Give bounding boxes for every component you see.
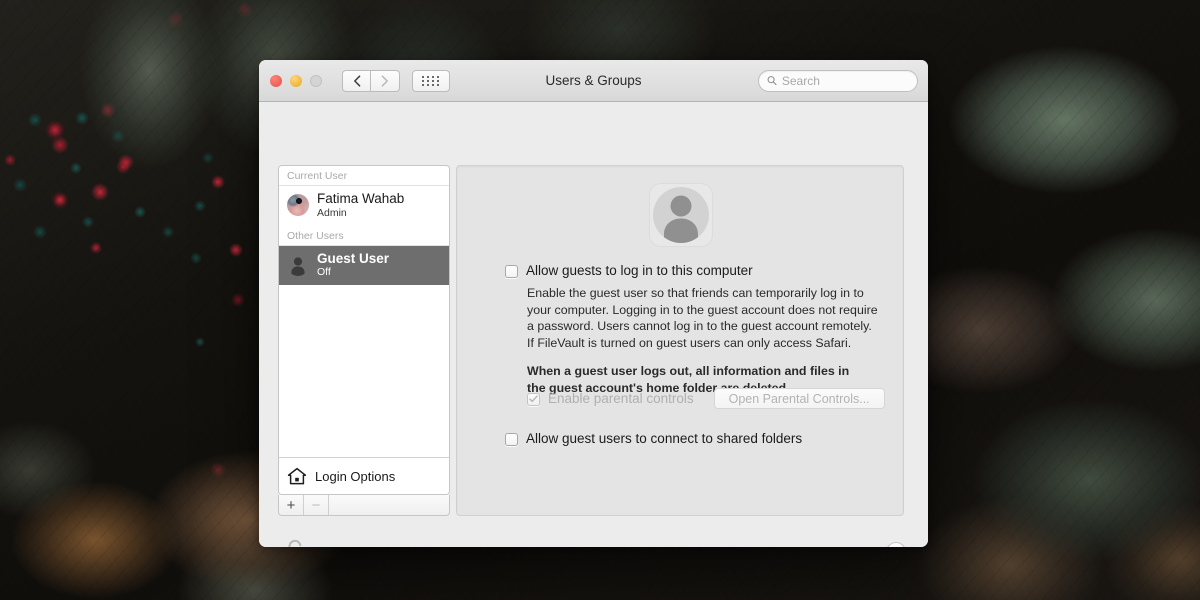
window-titlebar[interactable]: Users & Groups — [259, 60, 928, 102]
remove-user-button[interactable]: − — [304, 495, 329, 515]
open-parental-controls-button: Open Parental Controls... — [713, 388, 885, 409]
grid-dots-icon — [422, 75, 440, 86]
navigation-button-group — [342, 69, 400, 92]
shared-folders-checkbox[interactable] — [505, 433, 518, 446]
sidebar-group-header-current-user: Current User — [279, 166, 449, 186]
parental-controls-row: Enable parental controls Open Parental C… — [527, 388, 885, 409]
user-role: Admin — [317, 206, 347, 219]
chevron-left-icon — [353, 74, 360, 87]
search-field[interactable] — [758, 69, 918, 92]
shared-folders-checkbox-row[interactable]: Allow guest users to connect to shared f… — [505, 432, 802, 446]
enable-parental-controls-checkbox — [527, 392, 540, 406]
lock-control[interactable]: Click the lock to prevent further change… — [282, 538, 564, 547]
user-name: Guest User — [317, 250, 390, 266]
allow-guests-login-description: Enable the guest user so that friends ca… — [527, 286, 878, 350]
avatar — [287, 194, 309, 217]
sidebar-item-fatima-wahab[interactable]: Fatima Wahab Admin — [279, 186, 449, 226]
sidebar-toolbar: + − — [278, 495, 450, 516]
guest-silhouette-icon — [287, 253, 309, 276]
traffic-light-group — [270, 74, 322, 87]
person-silhouette-icon — [664, 195, 698, 243]
user-status: Off — [317, 266, 331, 279]
allow-guests-login-checkbox[interactable] — [505, 265, 518, 278]
user-name: Fatima Wahab — [317, 191, 405, 206]
sidebar-toolbar-filler — [329, 495, 449, 515]
zoom-window-button[interactable] — [310, 74, 322, 87]
help-button[interactable]: ? — [886, 542, 906, 547]
checkmark-icon — [529, 395, 538, 403]
sidebar-empty-space — [279, 285, 449, 457]
minimize-window-button[interactable] — [290, 74, 302, 87]
forward-button[interactable] — [371, 69, 400, 92]
allow-guests-login-checkbox-row[interactable]: Allow guests to log in to this computer — [505, 264, 881, 278]
allow-guests-login-block: Allow guests to log in to this computer … — [505, 264, 881, 396]
back-button[interactable] — [342, 69, 371, 92]
allow-guests-login-label: Allow guests to log in to this computer — [526, 263, 753, 278]
lock-message: Click the lock to prevent further change… — [319, 546, 564, 548]
sidebar-item-guest-user[interactable]: Guest User Off — [279, 245, 449, 286]
login-options-label: Login Options — [315, 468, 396, 484]
shared-folders-label: Allow guest users to connect to shared f… — [526, 431, 803, 446]
home-icon — [287, 467, 307, 485]
guest-avatar-placeholder[interactable] — [649, 183, 713, 247]
chevron-right-icon — [381, 74, 388, 87]
unlocked-padlock-icon — [288, 539, 302, 547]
sidebar-group-header-other-users: Other Users — [279, 225, 449, 246]
enable-parental-controls-label: Enable parental controls — [548, 390, 694, 406]
search-icon — [767, 76, 777, 86]
avatar-circle — [653, 187, 709, 243]
guest-settings-panel: Allow guests to log in to this computer … — [456, 165, 904, 516]
close-window-button[interactable] — [270, 74, 282, 87]
system-preferences-window: Users & Groups Current User Fatima Wahab — [259, 60, 928, 547]
add-user-button[interactable]: + — [279, 495, 304, 515]
window-body: Current User Fatima Wahab Admin Other Us… — [259, 102, 928, 547]
desktop: Users & Groups Current User Fatima Wahab — [0, 0, 1200, 600]
users-list-sidebar: Current User Fatima Wahab Admin Other Us… — [278, 165, 450, 495]
show-all-grid-button[interactable] — [412, 69, 450, 92]
sidebar-item-login-options[interactable]: Login Options — [279, 457, 449, 494]
search-input[interactable] — [781, 73, 909, 88]
